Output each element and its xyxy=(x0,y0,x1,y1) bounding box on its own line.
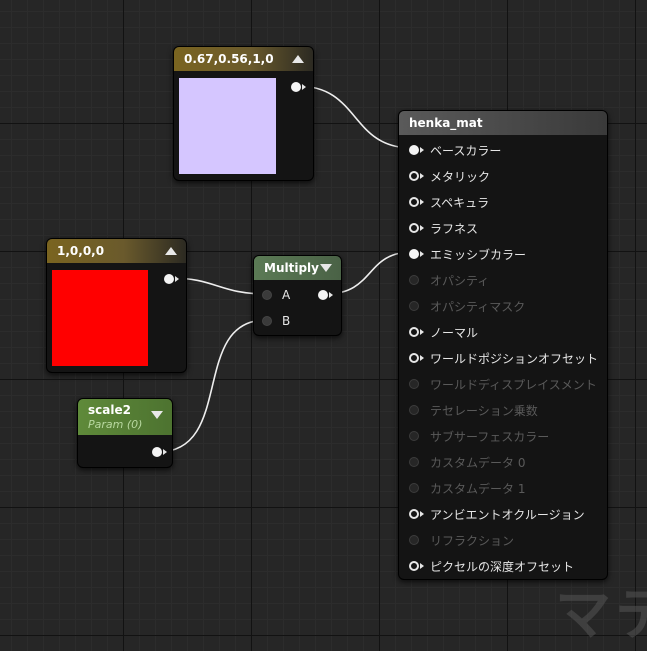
material-input-row: テセレーション乗数 xyxy=(399,397,607,423)
input-pin xyxy=(409,483,419,493)
input-pin[interactable] xyxy=(409,509,419,519)
input-pin xyxy=(409,431,419,441)
pin-arrow-icon xyxy=(420,225,424,231)
material-input-row: ワールドディスプレイスメント xyxy=(399,371,607,397)
input-label: カスタムデータ 0 xyxy=(430,456,526,470)
collapse-arrow-icon[interactable] xyxy=(320,264,332,272)
material-input-row[interactable]: アンビエントオクルージョン xyxy=(399,501,607,527)
input-label: テセレーション乗数 xyxy=(430,404,538,418)
pin-arrow-icon xyxy=(420,563,424,569)
color-swatch xyxy=(52,270,148,366)
wire-const3-to-basecolor[interactable] xyxy=(297,85,413,149)
input-pin xyxy=(409,535,419,545)
input-label: エミッシブカラー xyxy=(430,248,527,262)
material-input-row: サブサーフェスカラー xyxy=(399,423,607,449)
input-pin[interactable] xyxy=(409,223,419,233)
pin-arrow-icon xyxy=(420,511,424,517)
multiply-node[interactable]: Multiply A B xyxy=(253,255,342,336)
material-input-row: カスタムデータ 0 xyxy=(399,449,607,475)
material-input-row: オパシティマスク xyxy=(399,293,607,319)
output-pin[interactable] xyxy=(318,290,328,300)
material-input-row[interactable]: エミッシブカラー xyxy=(399,241,607,267)
watermark-text: マテ xyxy=(555,583,647,648)
input-label: ラフネス xyxy=(430,222,479,236)
input-label: メタリック xyxy=(430,170,491,184)
input-label: ピクセルの深度オフセット xyxy=(430,560,575,574)
node-title: 0.67,0.56,1,0 xyxy=(184,52,274,66)
input-pin[interactable] xyxy=(409,353,419,363)
pin-arrow-icon xyxy=(420,355,424,361)
input-label: サブサーフェスカラー xyxy=(430,430,550,444)
input-pin[interactable] xyxy=(409,197,419,207)
input-pin[interactable] xyxy=(409,327,419,337)
input-label: ベースカラー xyxy=(430,144,502,158)
input-label: カスタムデータ 1 xyxy=(430,482,526,496)
input-pin xyxy=(409,405,419,415)
pin-arrow-icon xyxy=(420,199,424,205)
input-pin[interactable] xyxy=(409,145,419,155)
material-input-row: リフラクション xyxy=(399,527,607,553)
input-label: アンビエントオクルージョン xyxy=(430,508,585,522)
output-pin[interactable] xyxy=(152,447,162,457)
node-title: Multiply xyxy=(264,261,319,275)
constant-vector-node-lavender[interactable]: 0.67,0.56,1,0 xyxy=(173,46,314,181)
input-pin xyxy=(409,301,419,311)
input-pin[interactable] xyxy=(409,171,419,181)
node-header[interactable]: Multiply xyxy=(254,256,341,280)
input-label-a: A xyxy=(282,288,291,302)
material-input-row[interactable]: ラフネス xyxy=(399,215,607,241)
input-pin-b[interactable] xyxy=(262,316,272,326)
pin-arrow-icon xyxy=(420,147,424,153)
input-pin[interactable] xyxy=(409,249,419,259)
pin-arrow-icon xyxy=(420,251,424,257)
input-label: リフラクション xyxy=(430,534,515,548)
pin-arrow-icon xyxy=(163,449,167,455)
input-pin[interactable] xyxy=(409,561,419,571)
node-header[interactable]: 0.67,0.56,1,0 xyxy=(174,47,313,71)
material-input-row[interactable]: ベースカラー xyxy=(399,137,607,163)
input-label: オパシティマスク xyxy=(430,300,526,314)
input-pin-a[interactable] xyxy=(262,290,272,300)
output-pin[interactable] xyxy=(164,274,174,284)
scalar-parameter-node[interactable]: scale2 Param (0) xyxy=(77,398,173,468)
pin-arrow-icon xyxy=(420,329,424,335)
input-label-b: B xyxy=(282,314,291,328)
node-header[interactable]: 1,0,0,0 xyxy=(47,239,186,263)
input-label: ノーマル xyxy=(430,326,479,340)
material-input-row[interactable]: ノーマル xyxy=(399,319,607,345)
input-pin xyxy=(409,457,419,467)
material-input-row[interactable]: メタリック xyxy=(399,163,607,189)
color-swatch xyxy=(179,78,276,174)
constant-vector-node-red[interactable]: 1,0,0,0 xyxy=(46,238,187,373)
node-header[interactable]: henka_mat xyxy=(399,111,607,135)
input-label: オパシティ xyxy=(430,274,490,288)
collapse-arrow-icon[interactable] xyxy=(165,247,177,255)
input-pin xyxy=(409,379,419,389)
material-input-row: カスタムデータ 1 xyxy=(399,475,607,501)
material-result-node[interactable]: henka_mat ベースカラー メタリックスペキュララフネスエミッシブカラー オパ… xyxy=(398,110,608,580)
output-pin[interactable] xyxy=(291,82,301,92)
material-input-row[interactable]: スペキュラ xyxy=(399,189,607,215)
collapse-arrow-icon[interactable] xyxy=(151,411,163,419)
material-input-row[interactable]: ワールドポジションオフセット xyxy=(399,345,607,371)
node-title: 1,0,0,0 xyxy=(57,244,105,258)
input-label: スペキュラ xyxy=(430,196,490,210)
pin-arrow-icon xyxy=(329,292,333,298)
node-subtitle: Param (0) xyxy=(88,418,143,431)
pin-arrow-icon xyxy=(302,84,306,90)
node-header[interactable]: scale2 Param (0) xyxy=(78,399,172,435)
node-title: henka_mat xyxy=(409,116,483,130)
input-pin xyxy=(409,275,419,285)
collapse-arrow-icon[interactable] xyxy=(292,55,304,63)
input-label: ワールドディスプレイスメント xyxy=(430,378,597,392)
material-input-row: オパシティ xyxy=(399,267,607,293)
pin-arrow-icon xyxy=(175,276,179,282)
pin-arrow-icon xyxy=(420,173,424,179)
input-label: ワールドポジションオフセット xyxy=(430,352,599,366)
